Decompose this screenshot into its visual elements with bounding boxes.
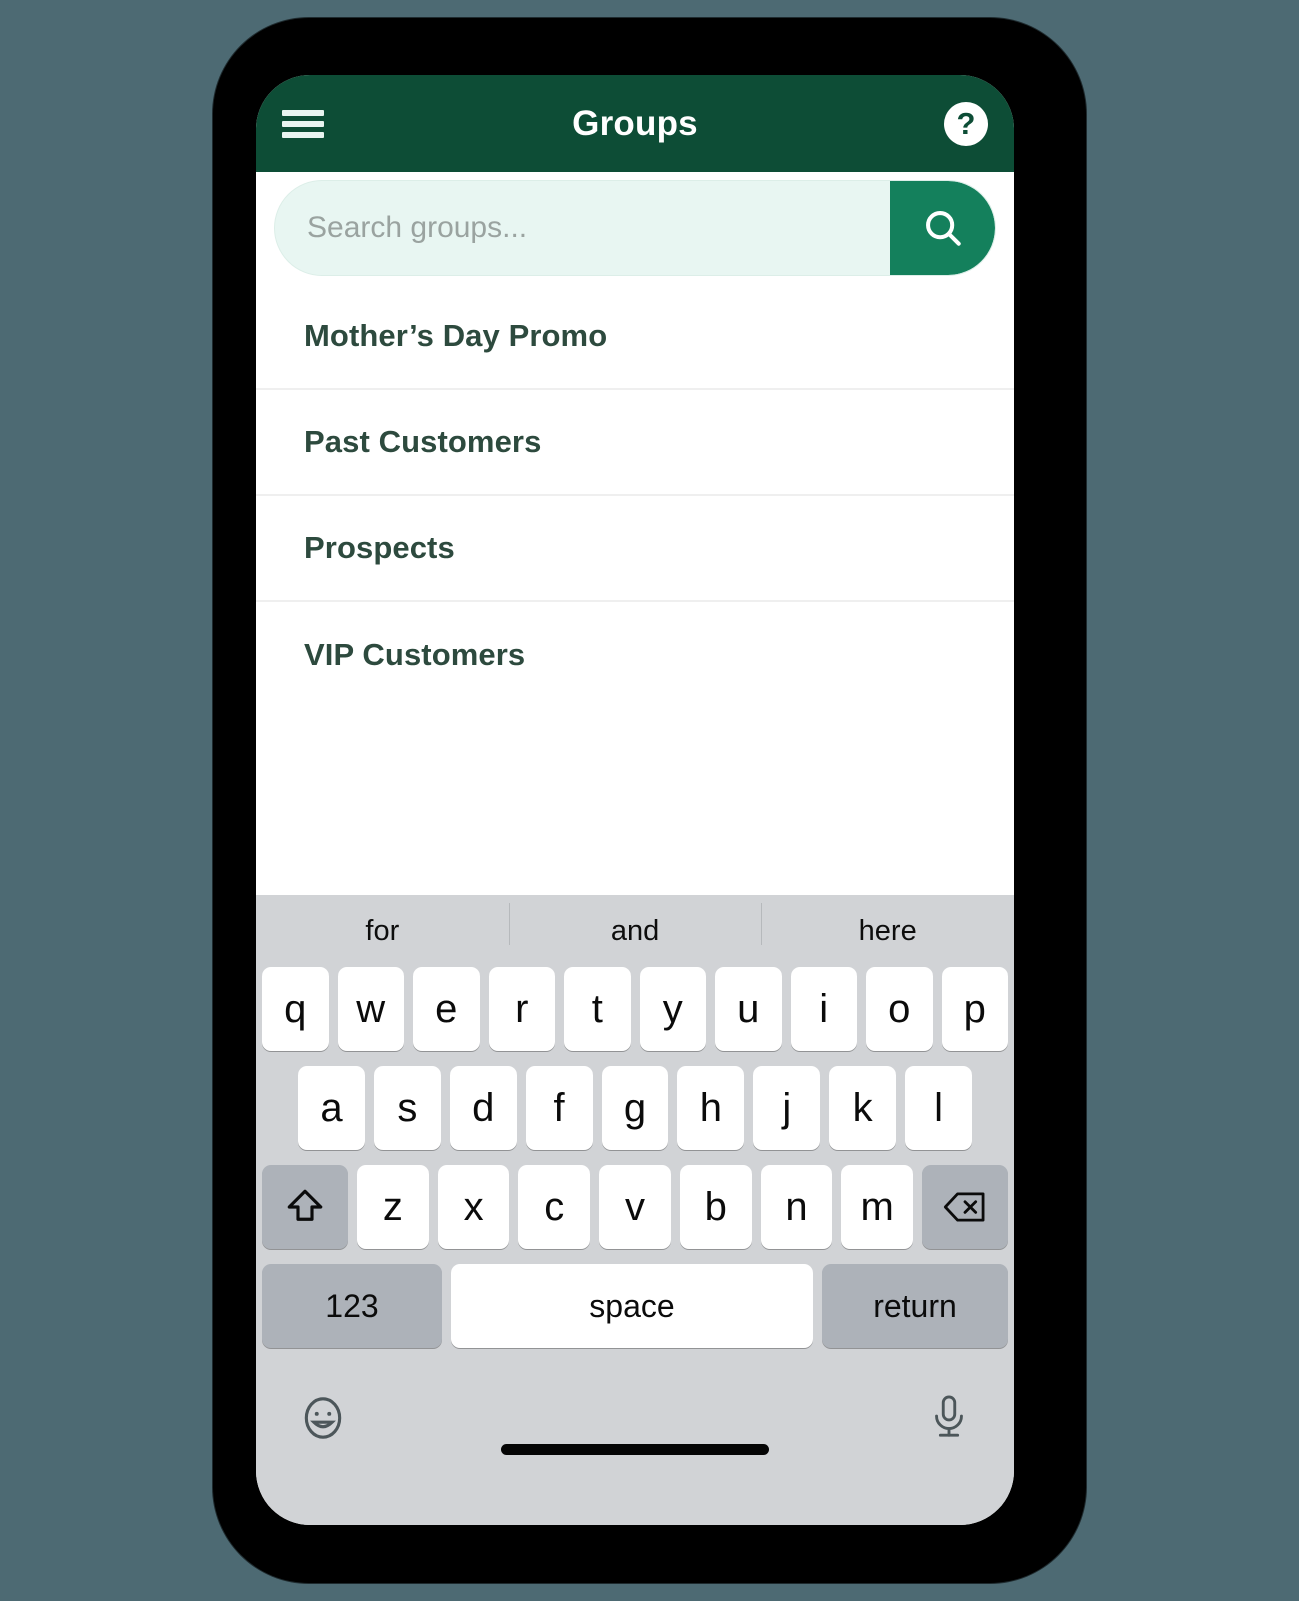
space-key[interactable]: space	[451, 1264, 813, 1348]
key-k[interactable]: k	[829, 1066, 897, 1150]
key-h[interactable]: h	[677, 1066, 745, 1150]
app-bar: Groups ?	[256, 75, 1014, 172]
suggestion-chip[interactable]: for	[256, 915, 509, 948]
key-n[interactable]: n	[760, 1165, 833, 1249]
key-w[interactable]: w	[337, 967, 404, 1051]
emoji-smiley-icon	[304, 1397, 342, 1439]
on-screen-keyboard: for and here q w e r t y u i o p a s d f	[256, 895, 1014, 1525]
microphone-button[interactable]	[926, 1393, 972, 1443]
phone-frame: Groups ? Mother’s Day Promo Past Cus	[213, 18, 1086, 1583]
key-r[interactable]: r	[488, 967, 555, 1051]
return-key[interactable]: return	[822, 1264, 1008, 1348]
key-i[interactable]: i	[790, 967, 857, 1051]
suggestion-bar: for and here	[256, 895, 1014, 967]
key-z[interactable]: z	[356, 1165, 429, 1249]
keyboard-row-4: 123 space return	[256, 1264, 1014, 1348]
key-g[interactable]: g	[601, 1066, 669, 1150]
backspace-delete-icon	[943, 1192, 985, 1222]
key-x[interactable]: x	[437, 1165, 510, 1249]
key-v[interactable]: v	[599, 1165, 671, 1249]
suggestion-chip[interactable]: here	[761, 902, 1014, 948]
list-item[interactable]: Prospects	[256, 496, 1014, 602]
shift-key[interactable]	[261, 1165, 348, 1249]
key-d[interactable]: d	[449, 1066, 517, 1150]
keyboard-row-1: q w e r t y u i o p	[256, 967, 1014, 1051]
key-s[interactable]: s	[373, 1066, 441, 1150]
key-p[interactable]: p	[941, 967, 1008, 1051]
key-j[interactable]: j	[753, 1066, 821, 1150]
search-input[interactable]	[275, 181, 890, 275]
shift-arrow-icon	[287, 1189, 323, 1221]
backspace-key[interactable]	[922, 1165, 1009, 1249]
group-name: Prospects	[304, 530, 455, 565]
key-o[interactable]: o	[866, 967, 933, 1051]
key-l[interactable]: l	[905, 1066, 973, 1150]
phone-screen: Groups ? Mother’s Day Promo Past Cus	[256, 75, 1014, 1525]
home-indicator	[501, 1444, 769, 1455]
suggestion-chip[interactable]: and	[508, 902, 762, 948]
key-e[interactable]: e	[413, 967, 480, 1051]
key-y[interactable]: y	[639, 967, 706, 1051]
groups-list: Mother’s Day Promo Past Customers Prospe…	[256, 284, 1014, 895]
keyboard-row-2: a s d f g h j k l	[256, 1066, 1014, 1150]
search-button[interactable]	[890, 181, 995, 275]
page-title: Groups	[572, 103, 698, 143]
key-u[interactable]: u	[715, 967, 782, 1051]
key-t[interactable]: t	[564, 967, 631, 1051]
list-item[interactable]: VIP Customers	[256, 602, 1014, 708]
key-q[interactable]: q	[262, 967, 329, 1051]
group-name: Past Customers	[304, 424, 542, 459]
key-a[interactable]: a	[298, 1066, 365, 1150]
keyboard-row-3: z x c v b n m	[256, 1165, 1014, 1249]
search-icon	[925, 211, 961, 246]
list-item[interactable]: Mother’s Day Promo	[256, 284, 1014, 390]
key-m[interactable]: m	[841, 1165, 914, 1249]
microphone-icon	[935, 1395, 963, 1437]
list-item[interactable]: Past Customers	[256, 390, 1014, 496]
emoji-button[interactable]	[298, 1393, 348, 1443]
numbers-key[interactable]: 123	[262, 1264, 442, 1348]
search-bar	[274, 180, 996, 276]
key-f[interactable]: f	[525, 1066, 593, 1150]
key-b[interactable]: b	[679, 1165, 752, 1249]
keyboard-bottom-bar	[256, 1363, 1014, 1473]
key-c[interactable]: c	[518, 1165, 591, 1249]
group-name: Mother’s Day Promo	[304, 318, 608, 353]
search-section	[256, 172, 1014, 284]
group-name: VIP Customers	[304, 637, 526, 672]
help-question-icon[interactable]: ?	[944, 101, 988, 146]
hamburger-menu-icon[interactable]	[282, 106, 324, 142]
